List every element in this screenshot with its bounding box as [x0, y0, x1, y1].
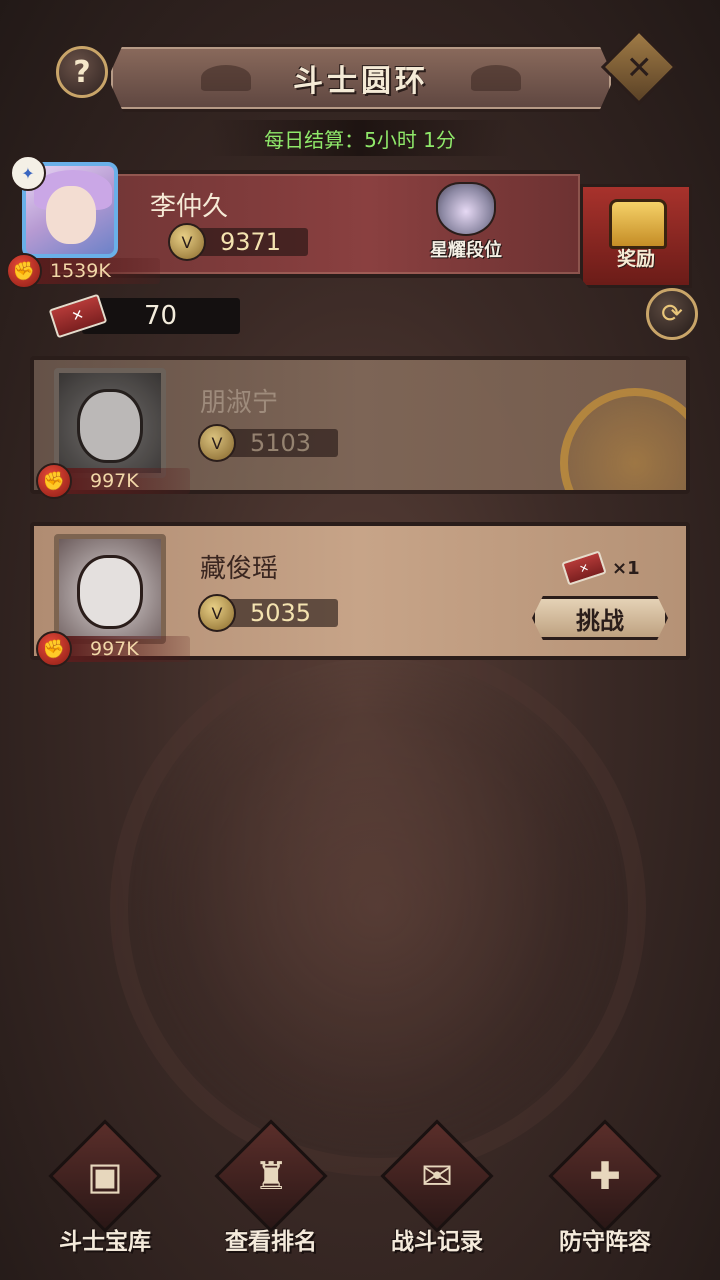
defeated-seal-icon: [560, 388, 686, 490]
nav-label: 斗士宝库: [59, 1229, 151, 1255]
help-icon: ?: [73, 54, 91, 90]
medal-icon: V: [198, 424, 236, 462]
refresh-button[interactable]: ⟳: [646, 288, 698, 340]
medal-icon: V: [168, 223, 206, 261]
ticket-counter: ✕ 70: [48, 293, 242, 339]
challenge-cost: ✕ ×1: [561, 550, 640, 586]
background-emblem: [110, 640, 646, 1176]
reward-label: 奖励: [616, 248, 655, 270]
player-power-value: 1539K: [50, 260, 111, 282]
scroll-icon: ✉: [421, 1154, 453, 1198]
opponent-power-value: 997K: [90, 638, 139, 660]
player-score-value: 9371: [220, 228, 282, 256]
rank-badge[interactable]: 星耀段位: [420, 182, 512, 264]
player-name: 李仲久: [150, 192, 229, 222]
page-title: 斗士圆环: [293, 64, 429, 99]
opponent-name: 藏俊瑶: [200, 554, 279, 584]
opponent-avatar[interactable]: [54, 534, 166, 644]
treasure-chest-icon: ▣: [87, 1154, 123, 1198]
ticket-icon: ✕: [561, 550, 607, 586]
star-badge-icon: ✦: [10, 155, 46, 191]
fist-icon: ✊: [36, 631, 72, 667]
refresh-icon: ⟳: [661, 299, 683, 329]
shield-icon: ✚: [589, 1154, 621, 1198]
opponent-avatar[interactable]: [54, 368, 166, 478]
opponent-score: V 5035: [198, 594, 338, 632]
challenge-cost-value: ×1: [612, 557, 640, 579]
wing-ornament-left-icon: [201, 65, 251, 91]
player-power: ✊ 1539K: [6, 253, 160, 289]
ticket-count: 70: [144, 301, 178, 331]
opponent-score: V 5103: [198, 424, 338, 462]
opponent-head: [77, 555, 143, 629]
nav-label: 战斗记录: [391, 1229, 483, 1255]
player-score: V 9371: [168, 223, 308, 261]
trophy-icon: ♜: [253, 1154, 289, 1198]
wing-ornament-right-icon: [471, 65, 521, 91]
reward-button[interactable]: 奖励: [580, 184, 692, 288]
opponent-score-value: 5035: [250, 599, 312, 627]
fist-icon: ✊: [36, 463, 72, 499]
fist-icon: ✊: [6, 253, 42, 289]
nav-battle-log-button[interactable]: ✉ 战斗记录: [362, 1119, 512, 1260]
challenge-button[interactable]: 挑战: [532, 596, 668, 640]
daily-settlement-timer: 每日结算：5小时 1分: [210, 120, 510, 156]
opponent-head: [77, 389, 143, 463]
medal-icon: V: [198, 594, 236, 632]
opponent-power-value: 997K: [90, 470, 139, 492]
close-icon: ✕: [625, 48, 653, 86]
rank-emblem-icon: [436, 182, 496, 236]
opponent-name: 朋淑宁: [200, 388, 279, 418]
avatar-face: [46, 186, 96, 244]
close-button[interactable]: ✕: [600, 28, 678, 106]
nav-label: 防守阵容: [559, 1229, 651, 1255]
opponent-score-value: 5103: [250, 429, 312, 457]
title-banner: 斗士圆环: [108, 44, 614, 112]
nav-defense-button[interactable]: ✚ 防守阵容: [530, 1119, 680, 1260]
rank-label: 星耀段位: [430, 240, 502, 261]
opponent-power: ✊ 997K: [36, 463, 190, 499]
reward-chest-icon: [609, 199, 667, 249]
nav-label: 查看排名: [225, 1229, 317, 1255]
opponent-power: ✊ 997K: [36, 631, 190, 667]
help-button[interactable]: ?: [56, 46, 108, 98]
nav-vault-button[interactable]: ▣ 斗士宝库: [30, 1119, 180, 1260]
nav-ranking-button[interactable]: ♜ 查看排名: [196, 1119, 346, 1260]
